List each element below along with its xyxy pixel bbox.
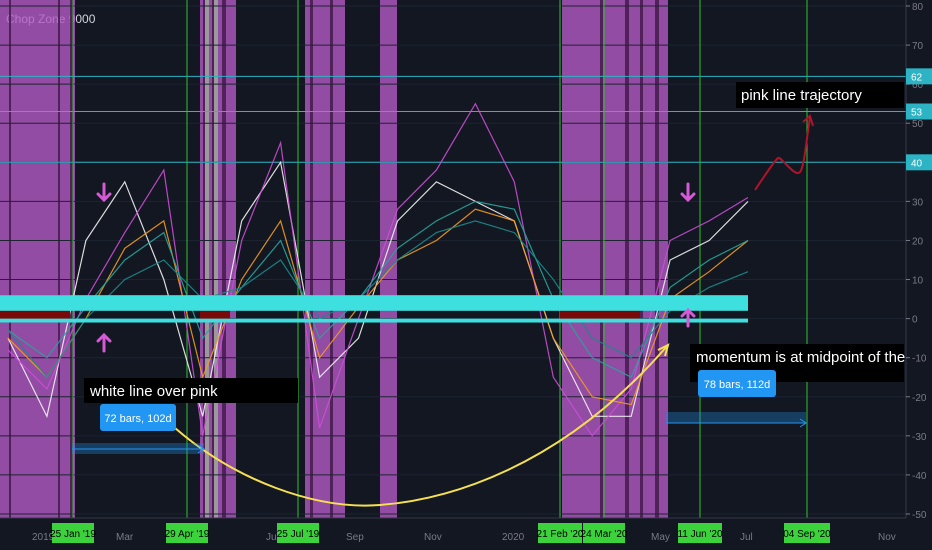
x-tick-label: Nov [878,532,896,543]
grey-stripe [214,0,218,518]
dark-stripe [600,0,603,518]
date-tag-label: 04 Sep '20 [783,529,831,540]
range-label-1: 72 bars, 102d [104,413,171,425]
momentum-arrow [680,182,696,203]
y-tick-label: -20 [912,393,927,404]
dark-stripe [58,0,60,518]
x-tick-label: 2020 [502,532,525,543]
chop-zone [0,0,75,518]
dark-stripe [655,0,659,518]
y-tick-label: -10 [912,354,927,365]
y-tick-label: 30 [912,197,924,208]
chop-zone [380,0,397,518]
y-tick-label: 10 [912,276,924,287]
y-tick-label: 0 [912,315,918,326]
x-tick-label: May [651,532,670,543]
date-tag-label: 29 Apr '19 [165,529,210,540]
x-tick-label: Sep [346,532,364,543]
x-tick-label: Mar [116,532,134,543]
x-tick-label: Jul [740,532,753,543]
date-tag-label: 11 Jun '20 [677,529,723,540]
cyan-band [0,295,748,311]
grey-stripe [205,0,209,518]
date-tag-label: 21 Feb '20 [537,529,584,540]
range-2 [666,412,806,423]
annotation-trajectory: pink line trajectory [741,87,862,104]
chart[interactable]: white line over pink 72 bars, 102d momentu… [0,0,932,550]
y-tick-label: 70 [912,41,924,52]
range-label-2: 78 bars, 112d [704,379,770,391]
momentum-arrow [96,182,112,203]
level-tag-label: 53 [911,108,923,119]
date-tag-label: 25 Jul '19 [277,529,320,540]
y-tick-label: -40 [912,471,927,482]
y-tick-label: 50 [912,119,924,130]
chop-zone [562,0,668,518]
annotation-white-over-pink: white line over pink [89,383,218,400]
dark-stripe [330,0,333,518]
annotation-momentum: momentum is at midpoint of the cycle [696,349,932,366]
dark-stripe [9,0,11,518]
dark-stripe [625,0,629,518]
dark-stripe [222,0,226,518]
pink-trajectory [754,117,811,191]
x-tick-label: Nov [424,532,442,543]
date-tag-label: 24 Mar '20 [581,529,628,540]
cyan-band [0,318,748,323]
y-tick-label: -30 [912,432,927,443]
level-tag-label: 40 [911,158,923,169]
y-tick-label: 80 [912,2,924,13]
y-tick-label: 20 [912,236,924,247]
dark-stripe [310,0,313,518]
level-tag-label: 62 [911,72,923,83]
momentum-arrow [680,307,696,328]
dark-stripe [640,0,643,518]
momentum-arrow [96,332,112,353]
date-tag-label: 25 Jan '19 [50,529,96,540]
